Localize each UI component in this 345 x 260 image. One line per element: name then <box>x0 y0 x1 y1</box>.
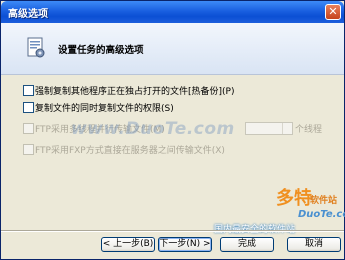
back-button[interactable]: < 上一步(B) <box>101 237 155 252</box>
title-bar[interactable]: 高级选项 ✕ <box>1 1 344 23</box>
advanced-options-dialog: 高级选项 ✕ 设置任务的高级选项 强制复制其他程序正在独占打开的文件[热备份](… <box>0 0 345 260</box>
finish-button[interactable]: 完成 <box>220 237 274 252</box>
cancel-button[interactable]: 取消 <box>287 237 341 252</box>
watermark-site: DuoTe.com <box>298 209 345 220</box>
watermark-brand-sub: 软件站 <box>310 196 338 206</box>
ftp-fxp-label: FTP采用FXP方式直接在服务器之间传输文件(X) <box>35 146 225 156</box>
document-settings-icon <box>27 37 45 58</box>
close-icon: ✕ <box>328 5 338 18</box>
header-panel: 设置任务的高级选项 <box>1 23 344 75</box>
thread-count-stepper <box>245 122 293 135</box>
ftp-fxp-checkbox <box>23 144 34 155</box>
copy-permissions-checkbox[interactable] <box>23 102 34 113</box>
watermark-brand: 多特 <box>276 188 312 209</box>
window-title: 高级选项 <box>8 9 48 20</box>
close-button[interactable]: ✕ <box>325 4 341 20</box>
next-button[interactable]: 下一步(N) > <box>158 237 212 252</box>
copy-permissions-label[interactable]: 复制文件的同时复制文件的权限(S) <box>35 101 174 114</box>
thread-count-suffix: 个线程 <box>295 125 323 135</box>
duote-watermark-logo: 多特 软件站 DuoTe.com 国内最安全的软件站 <box>214 184 345 235</box>
hot-backup-checkbox[interactable] <box>23 85 34 96</box>
stepper-arrows-icon <box>282 123 292 134</box>
hot-backup-label[interactable]: 强制复制其他程序正在独占打开的文件[热备份](P) <box>35 84 234 97</box>
ftp-multithread-checkbox <box>23 123 34 134</box>
footer-divider <box>1 230 344 232</box>
page-title: 设置任务的高级选项 <box>58 45 144 56</box>
watermark-url: www.DuoTe.com <box>71 119 235 139</box>
watermark-slogan: 国内最安全的软件站 <box>214 225 296 235</box>
